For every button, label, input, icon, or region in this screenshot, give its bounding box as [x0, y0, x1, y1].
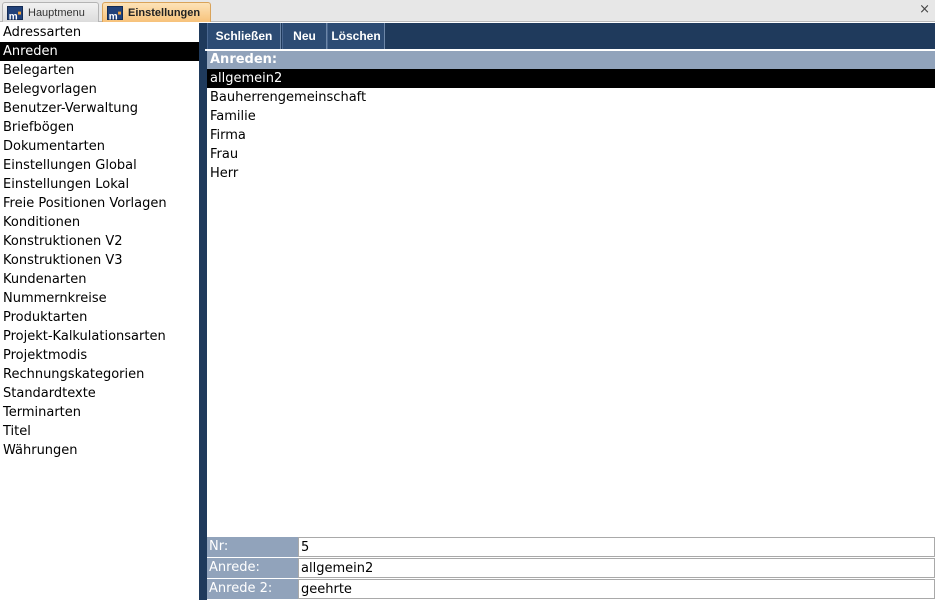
tab-einstellungen-label: Einstellungen: [128, 6, 201, 19]
new-button[interactable]: Neu: [282, 23, 327, 49]
logo-letter: m: [8, 10, 18, 22]
list-item[interactable]: Bauherrengemeinschaft: [207, 88, 935, 107]
sidebar-item[interactable]: Titel: [0, 422, 199, 441]
delete-button[interactable]: Löschen: [327, 23, 385, 49]
close-button[interactable]: Schließen: [207, 23, 281, 49]
sidebar-item[interactable]: Kundenarten: [0, 270, 199, 289]
nr-row: Nr: 5: [207, 537, 935, 558]
settings-category-list[interactable]: Adressarten Anreden Belegarten Belegvorlage…: [0, 23, 199, 600]
sidebar-item[interactable]: Projektmodis: [0, 346, 199, 365]
sidebar-item[interactable]: Belegarten: [0, 61, 199, 80]
list-header: Anreden:: [205, 51, 935, 69]
sidebar-item[interactable]: Briefbögen: [0, 118, 199, 137]
sidebar-item[interactable]: Benutzer-Verwaltung: [0, 99, 199, 118]
app-logo-icon: m■: [107, 5, 123, 22]
nr-label: Nr:: [207, 537, 298, 557]
sidebar-item[interactable]: Konditionen: [0, 213, 199, 232]
tab-einstellungen[interactable]: m■ Einstellungen: [102, 2, 211, 22]
sidebar-item[interactable]: Anreden: [0, 42, 199, 61]
sidebar-item[interactable]: Adressarten: [0, 23, 199, 42]
anrede-row: Anrede: allgemein2: [207, 558, 935, 579]
toolbar: Schließen Neu Löschen: [205, 23, 935, 49]
list-item[interactable]: Herr: [207, 164, 935, 183]
sidebar-item[interactable]: Konstruktionen V2: [0, 232, 199, 251]
sidebar-item[interactable]: Konstruktionen V3: [0, 251, 199, 270]
sidebar-item[interactable]: Freie Positionen Vorlagen: [0, 194, 199, 213]
tab-hauptmenu-label: Hauptmenu: [28, 6, 85, 19]
list-item[interactable]: Familie: [207, 107, 935, 126]
list-item[interactable]: Frau: [207, 145, 935, 164]
sidebar-item[interactable]: Produktarten: [0, 308, 199, 327]
logo-letter: m: [108, 10, 118, 22]
sidebar-item[interactable]: Nummernkreise: [0, 289, 199, 308]
sidebar-item[interactable]: Projekt-Kalkulationsarten: [0, 327, 199, 346]
detail-form: Nr: 5 Anrede: allgemein2 Anrede 2: geehr…: [205, 537, 935, 600]
nr-field[interactable]: 5: [298, 537, 935, 557]
anreden-list[interactable]: allgemein2 Bauherrengemeinschaft Familie Fi…: [205, 69, 935, 537]
sidebar-item[interactable]: Dokumentarten: [0, 137, 199, 156]
anrede-label: Anrede:: [207, 558, 298, 578]
anrede-field[interactable]: allgemein2: [298, 558, 935, 578]
sidebar-item[interactable]: Währungen: [0, 441, 199, 460]
document-tab-bar: m■ Hauptmenu m■ Einstellungen ×: [0, 0, 935, 22]
sidebar-item[interactable]: Einstellungen Lokal: [0, 175, 199, 194]
sidebar-item[interactable]: Einstellungen Global: [0, 156, 199, 175]
sidebar-item[interactable]: Belegvorlagen: [0, 80, 199, 99]
close-icon[interactable]: ×: [919, 2, 930, 17]
sidebar-item[interactable]: Rechnungskategorien: [0, 365, 199, 384]
list-item[interactable]: Firma: [207, 126, 935, 145]
sidebar-item[interactable]: Standardtexte: [0, 384, 199, 403]
list-item[interactable]: allgemein2: [207, 69, 935, 88]
anrede2-field[interactable]: geehrte: [298, 579, 935, 599]
tab-hauptmenu[interactable]: m■ Hauptmenu: [2, 2, 99, 22]
app-logo-icon: m■: [7, 5, 23, 22]
sidebar-item[interactable]: Terminarten: [0, 403, 199, 422]
anrede2-row: Anrede 2: geehrte: [207, 579, 935, 600]
anrede2-label: Anrede 2:: [207, 579, 298, 599]
detail-pane: Schließen Neu Löschen Anreden: allgemein…: [205, 23, 935, 600]
